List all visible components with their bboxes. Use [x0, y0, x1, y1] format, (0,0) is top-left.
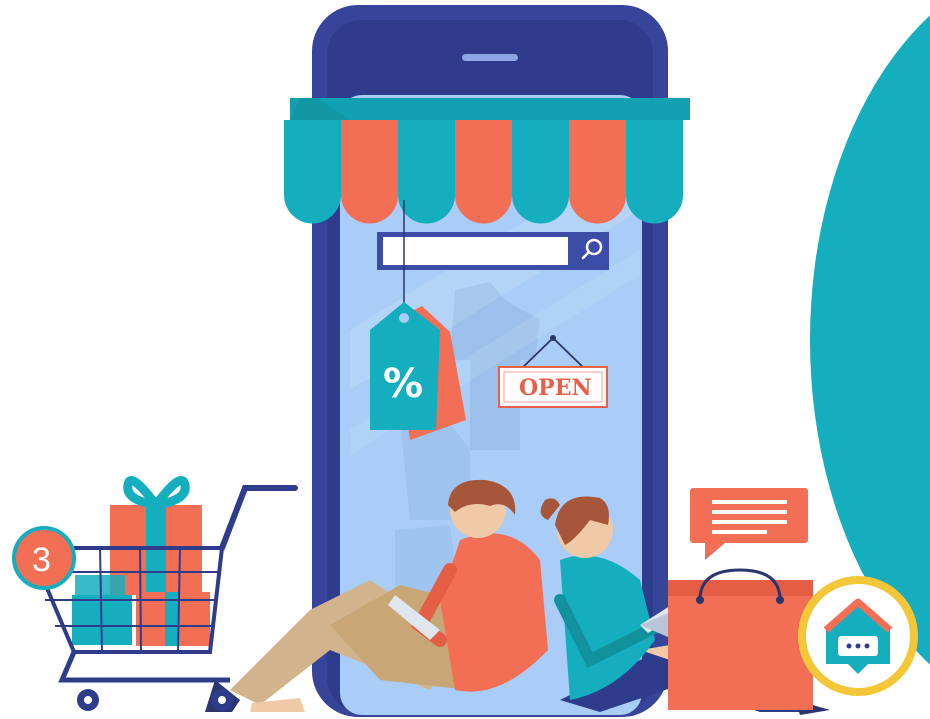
mobile-shop-illustration: % OPEN 3	[12, 5, 930, 717]
shop-awning	[284, 98, 690, 224]
discount-percent-label: %	[383, 361, 423, 407]
cart-count-label: 3	[32, 541, 51, 579]
illustration-canvas: % OPEN 3	[0, 0, 930, 719]
house-chat-app-badge[interactable]	[798, 576, 918, 696]
chat-bubble	[690, 488, 808, 560]
shopping-bag	[668, 568, 813, 710]
open-sign-label: OPEN	[519, 375, 592, 401]
search-bar[interactable]	[377, 232, 609, 270]
search-input[interactable]	[383, 237, 568, 265]
phone-speaker	[462, 54, 518, 61]
